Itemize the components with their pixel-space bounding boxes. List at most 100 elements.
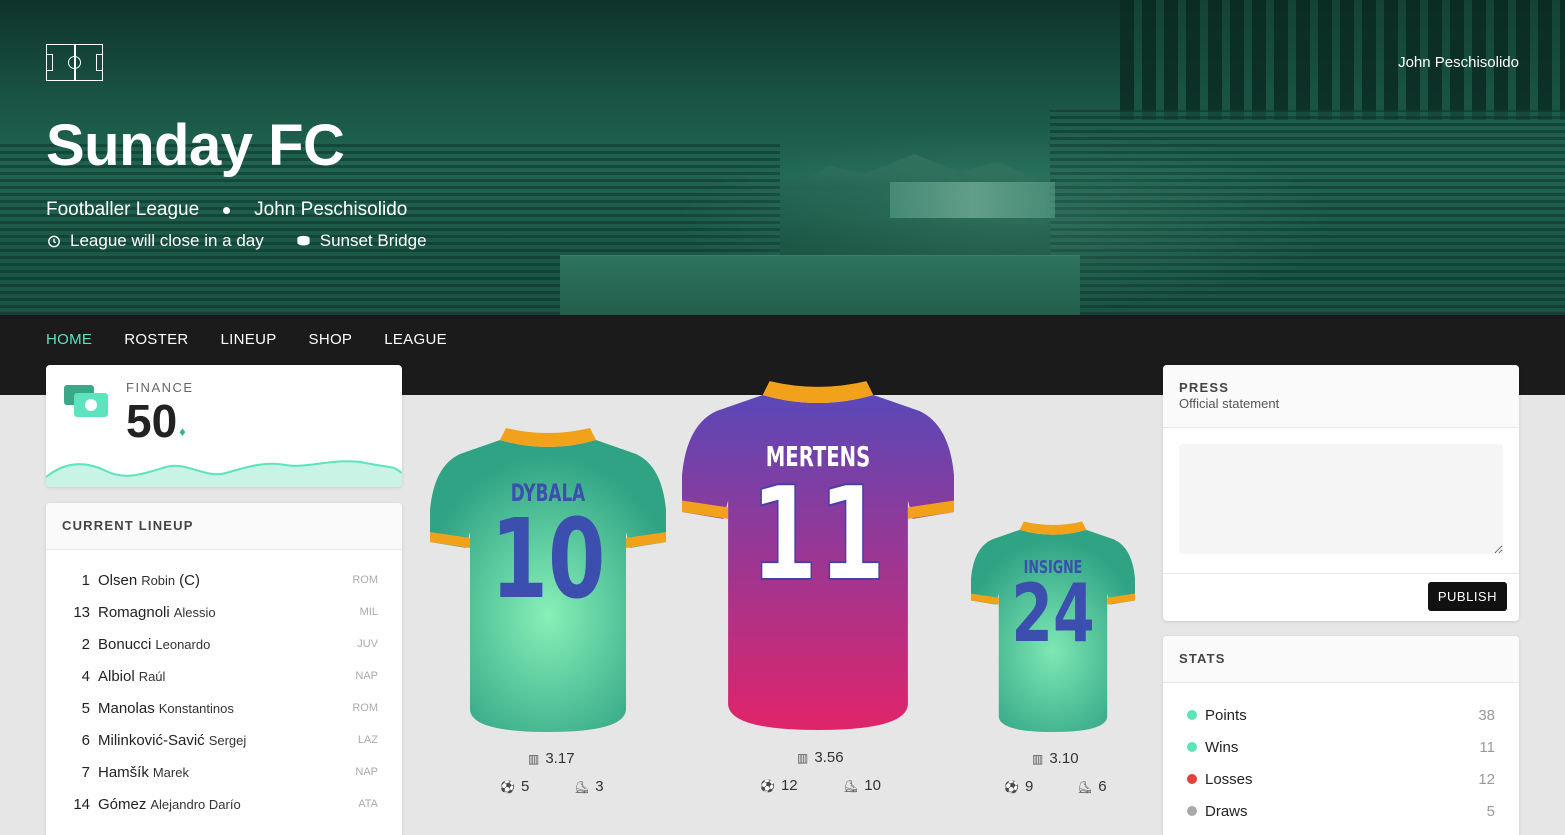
- stats-row: Draws 5: [1187, 795, 1495, 827]
- player-club: ROM: [352, 574, 378, 586]
- jersey-card[interactable]: MERTENS 11: [682, 372, 954, 730]
- finance-card: FINANCE 50 ♦: [46, 365, 402, 487]
- team-subtitle: Footballer League John Peschisolido: [46, 199, 407, 221]
- player-number: 1: [81, 571, 90, 589]
- player-club: NAP: [355, 766, 378, 778]
- finance-label: FINANCE: [126, 380, 194, 395]
- lineup-row[interactable]: 6 Milinković-Savić Sergej LAZ: [64, 724, 378, 756]
- lineup-row[interactable]: 4 Albiol Raúl NAP: [64, 660, 378, 692]
- press-subtitle: Official statement: [1179, 396, 1280, 411]
- rating-chart-icon: ▥: [797, 750, 809, 765]
- player-first-name: Konstantinos: [158, 700, 234, 716]
- player-last-name: Bonucci: [98, 635, 152, 653]
- lineup-row[interactable]: 2 Bonucci Leonardo JUV: [64, 628, 378, 660]
- jersey-number: 24: [1011, 567, 1095, 660]
- jersey-card[interactable]: INSIGNE 24: [971, 516, 1135, 732]
- nav-home[interactable]: HOME: [46, 331, 92, 348]
- stadium-icon: [296, 234, 311, 249]
- ball-icon: ⚽: [500, 779, 515, 794]
- diamond-icon: ♦: [179, 424, 186, 439]
- stadium-name: Sunset Bridge: [319, 231, 427, 250]
- nav-roster[interactable]: ROSTER: [124, 331, 188, 348]
- stats-list: Points 38 Wins 11 Losses 12 Draws 5: [1163, 683, 1519, 827]
- player-assists: ⛸ 6: [1077, 778, 1107, 795]
- finance-value: 50 ♦: [126, 394, 186, 448]
- player-first-name: Marek: [152, 764, 189, 780]
- press-statement-input[interactable]: [1179, 444, 1503, 554]
- player-goals: ⚽ 9: [1004, 778, 1033, 795]
- assists-value: 3: [595, 778, 604, 795]
- lineup-row[interactable]: 5 Manolas Konstantinos ROM: [64, 692, 378, 724]
- player-last-name: Gómez: [98, 795, 147, 813]
- stat-color-dot: [1187, 774, 1197, 784]
- player-number: 2: [81, 635, 90, 653]
- player-club: ATA: [358, 798, 378, 810]
- team-owner: John Peschisolido: [254, 199, 408, 220]
- separator-dot: [223, 206, 231, 214]
- lineup-row[interactable]: 14 Gómez Alejandro Darío ATA: [64, 788, 378, 820]
- press-header: PRESS Official statement: [1163, 365, 1519, 428]
- nav-shop[interactable]: SHOP: [309, 331, 353, 348]
- stats-row: Losses 12: [1187, 763, 1495, 795]
- assists-value: 10: [864, 777, 881, 794]
- player-first-name: Raúl: [138, 668, 166, 684]
- stat-label: Draws: [1205, 802, 1248, 820]
- boot-icon: ⛸: [1077, 779, 1093, 794]
- player-club: ROM: [352, 702, 378, 714]
- hero-banner: John Peschisolido Sunday FC Footballer L…: [0, 0, 1565, 315]
- player-assists: ⛸ 10: [843, 777, 881, 794]
- lineup-list: 1 Olsen Robin (C) ROM 13 Romagnoli Alessio MIL 2 B…: [46, 550, 402, 820]
- player-goals: ⚽ 5: [500, 778, 529, 795]
- player-club: LAZ: [357, 734, 378, 746]
- boot-icon: ⛸: [574, 779, 590, 794]
- stat-label: Wins: [1205, 738, 1239, 756]
- stats-card: STATS Points 38 Wins 11 Losses 12 Draws 5: [1163, 636, 1519, 835]
- stat-color-dot: [1187, 710, 1197, 720]
- player-number: 5: [81, 699, 90, 717]
- league-name: Footballer League: [46, 199, 200, 220]
- nav-league[interactable]: LEAGUE: [384, 331, 447, 348]
- player-first-name: Sergej: [208, 732, 247, 748]
- stat-value: 12: [1478, 770, 1495, 788]
- player-club: NAP: [355, 670, 378, 682]
- ball-icon: ⚽: [760, 778, 775, 793]
- lineup-row[interactable]: 7 Hamšík Marek NAP: [64, 756, 378, 788]
- user-menu[interactable]: John Peschisolido: [1398, 54, 1519, 71]
- lineup-row[interactable]: 13 Romagnoli Alessio MIL: [64, 596, 378, 628]
- publish-button[interactable]: PUBLISH: [1427, 582, 1507, 611]
- boot-icon: ⛸: [843, 778, 859, 793]
- player-club: MIL: [359, 606, 378, 618]
- jersey-number: 10: [490, 495, 606, 623]
- stat-color-dot: [1187, 742, 1197, 752]
- press-title: PRESS: [1179, 380, 1230, 395]
- jersey-number: 11: [749, 458, 886, 610]
- finance-amount: 50: [126, 395, 178, 447]
- press-card: PRESS Official statement PUBLISH: [1163, 365, 1519, 621]
- stat-value: 38: [1478, 706, 1495, 724]
- player-first-name: Robin: [141, 572, 176, 588]
- player-rating: ▥ 3.56: [797, 749, 844, 766]
- rating-value: 3.17: [545, 750, 575, 767]
- nav-lineup[interactable]: LINEUP: [221, 331, 277, 348]
- player-last-name: Hamšík: [98, 763, 149, 781]
- lineup-row[interactable]: 1 Olsen Robin (C) ROM: [64, 564, 378, 596]
- clock-icon: [46, 234, 61, 249]
- stadium-info: Sunset Bridge: [296, 231, 427, 251]
- player-rating: ▥ 3.10: [1032, 750, 1079, 767]
- assists-value: 6: [1098, 778, 1107, 795]
- player-last-name: Olsen: [98, 571, 138, 589]
- player-assists: ⛸ 3: [574, 778, 604, 795]
- pitch-logo-icon[interactable]: [46, 44, 103, 81]
- stats-row: Points 38: [1187, 699, 1495, 731]
- player-first-name: Alessio: [173, 604, 216, 620]
- close-note-text: League will close in a day: [70, 231, 264, 250]
- captain-badge: (C): [179, 571, 200, 589]
- rating-value: 3.56: [814, 749, 844, 766]
- goals-value: 5: [520, 778, 530, 795]
- team-name: Sunday FC: [46, 113, 345, 178]
- goals-value: 12: [780, 777, 798, 794]
- stats-title: STATS: [1163, 636, 1519, 683]
- jersey-card[interactable]: DYBALA 10: [430, 420, 666, 732]
- money-camera-icon: [64, 385, 108, 417]
- player-last-name: Milinković-Savić: [98, 731, 205, 749]
